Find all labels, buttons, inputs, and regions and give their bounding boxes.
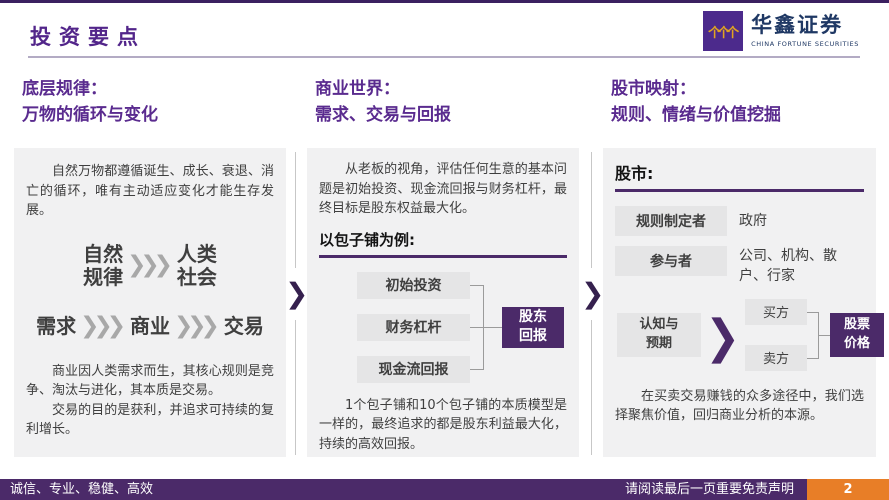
column1-title-line1: 底层规律： [22, 76, 158, 102]
chevron-right-icon: ❯ [285, 280, 308, 308]
cognition-line1: 认知与 [639, 316, 678, 335]
triple-chevron-icon: ❯❯❯ [170, 315, 224, 338]
header-divider [28, 56, 860, 58]
connector-line [818, 335, 830, 336]
stock-market-heading-rule [615, 189, 864, 192]
logo-company-name: 华鑫证券 [751, 14, 859, 37]
flow-demand-label: 需求 [36, 315, 76, 338]
triple-chevron-icon: ❯❯❯ [123, 254, 177, 277]
stock-price-line1: 股票 [844, 316, 870, 334]
connector-line [470, 327, 484, 328]
chevron-right-icon: ❯ [581, 280, 604, 308]
flow-nature-label: 自然 规律 [83, 243, 123, 289]
cashflow-return-box: 现金流回报 [357, 356, 470, 383]
page-title: 投资要点 [30, 21, 146, 51]
financial-leverage-box: 财务杠杆 [357, 314, 470, 341]
column3-title-line2: 规则、情绪与价值挖掘 [611, 102, 781, 128]
connector-line [807, 358, 818, 359]
participants-box: 参与者 [615, 246, 727, 276]
column2-panel: 从老板的视角，评估任何生意的基本问题是初始投资、现金流回报与财务杠杆，最终目标是… [307, 148, 579, 457]
logo-text: 华鑫证券 CHINA FORTUNE SECURITIES [751, 14, 859, 47]
column-divider [295, 152, 296, 268]
baozi-example-heading: 以包子铺为例: [319, 229, 567, 250]
column3-panel: 股市: 规则制定者 政府 参与者 公司、机构、散户、行家 认知与 预期 ❯ 买方… [603, 148, 876, 457]
flow-trade-label: 交易 [224, 315, 264, 338]
shareholder-return-line1: 股东 [519, 308, 547, 327]
column2-paragraph1: 从老板的视角，评估任何生意的基本问题是初始投资、现金流回报与财务杠杆，最终目标是… [319, 160, 567, 219]
footer-disclaimer: 请阅读最后一页重要免责声明 [625, 479, 794, 500]
connector-line [470, 369, 484, 370]
column1-paragraph2: 商业因人类需求而生，其核心规则是竞争、淘汰与进化，其本质是交易。 [26, 362, 274, 401]
connector-line [483, 327, 502, 328]
initial-investment-box: 初始投资 [357, 272, 470, 299]
column1-title: 底层规律： 万物的循环与变化 [22, 76, 158, 128]
flow-nature-line1: 自然 [83, 243, 123, 266]
shareholder-return-line2: 回报 [519, 327, 547, 346]
rule-maker-value: 政府 [739, 206, 767, 231]
logo-company-subtitle: CHINA FORTUNE SECURITIES [751, 40, 859, 48]
participants-row: 参与者 公司、机构、散户、行家 [615, 246, 864, 287]
stock-price-line2: 价格 [844, 335, 870, 353]
rule-maker-box: 规则制定者 [615, 206, 727, 236]
slide: 投资要点 个个个 华鑫证券 CHINA FORTUNE SECURITIES 底… [0, 0, 889, 500]
logo-mark-icon: 个个个 [703, 11, 743, 51]
flow-business-label: 商业 [130, 315, 170, 338]
flow-nature-line2: 规律 [83, 266, 123, 289]
participants-value: 公司、机构、散户、行家 [739, 246, 864, 287]
seller-box: 卖方 [745, 345, 807, 371]
column-divider [591, 152, 592, 268]
page-number-badge: 2 [807, 479, 889, 500]
column1-paragraph3: 交易的目的是获利，并追求可持续的复利增长。 [26, 401, 274, 440]
shareholder-return-box: 股东 回报 [502, 307, 564, 348]
stock-market-heading: 股市: [615, 160, 864, 184]
footer-bar: 诚信、专业、稳健、高效 请阅读最后一页重要免责声明 2 [0, 479, 889, 500]
column2-paragraph2: 1个包子铺和10个包子铺的本质模型是一样的，最终追求的都是股东利益最大化，持续的… [319, 396, 567, 455]
column1-title-line2: 万物的循环与变化 [22, 102, 158, 128]
triple-chevron-icon: ❯❯❯ [76, 315, 130, 338]
flow-society-line1: 人类 [177, 243, 217, 266]
buyer-box: 买方 [745, 299, 807, 325]
baozi-heading-rule [319, 255, 567, 258]
column2-title-line2: 需求、交易与回报 [315, 102, 451, 128]
stock-price-box: 股票 价格 [830, 313, 884, 357]
footer-slogan: 诚信、专业、稳健、高效 [10, 479, 153, 500]
flow-society-line2: 社会 [177, 266, 217, 289]
column-divider [591, 320, 592, 455]
shareholder-return-diagram: 初始投资 财务杠杆 现金流回报 股东 回报 [319, 268, 567, 386]
connector-line [470, 285, 484, 286]
column2-title-line1: 商业世界： [315, 76, 451, 102]
stock-price-diagram: 认知与 预期 ❯ 买方 卖方 股票 价格 [615, 299, 864, 375]
column3-paragraph: 在买卖交易赚钱的众多途径中，我们选择聚焦价值，回归商业分析的本源。 [615, 387, 864, 426]
flow-society-label: 人类 社会 [177, 243, 217, 289]
column1-paragraph1: 自然万物都遵循诞生、成长、衰退、消亡的循环，唯有主动适应变化才能生存发展。 [26, 162, 274, 221]
column2-title: 商业世界： 需求、交易与回报 [315, 76, 451, 128]
demand-business-trade-flow: 需求 ❯❯❯ 商业 ❯❯❯ 交易 [26, 315, 274, 338]
chevron-right-icon: ❯ [705, 299, 740, 374]
cognition-line2: 预期 [646, 335, 672, 354]
company-logo: 个个个 华鑫证券 CHINA FORTUNE SECURITIES [703, 11, 859, 51]
column1-panel: 自然万物都遵循诞生、成长、衰退、消亡的循环，唯有主动适应变化才能生存发展。 自然… [14, 148, 286, 457]
cognition-expectation-box: 认知与 预期 [617, 313, 701, 357]
column3-title: 股市映射： 规则、情绪与价值挖掘 [611, 76, 781, 128]
connector-line [807, 312, 818, 313]
column-divider [295, 320, 296, 455]
rule-maker-row: 规则制定者 政府 [615, 206, 864, 236]
nature-society-flow: 自然 规律 ❯❯❯ 人类 社会 [26, 243, 274, 289]
column3-title-line1: 股市映射： [611, 76, 781, 102]
top-accent-bar [0, 0, 889, 3]
